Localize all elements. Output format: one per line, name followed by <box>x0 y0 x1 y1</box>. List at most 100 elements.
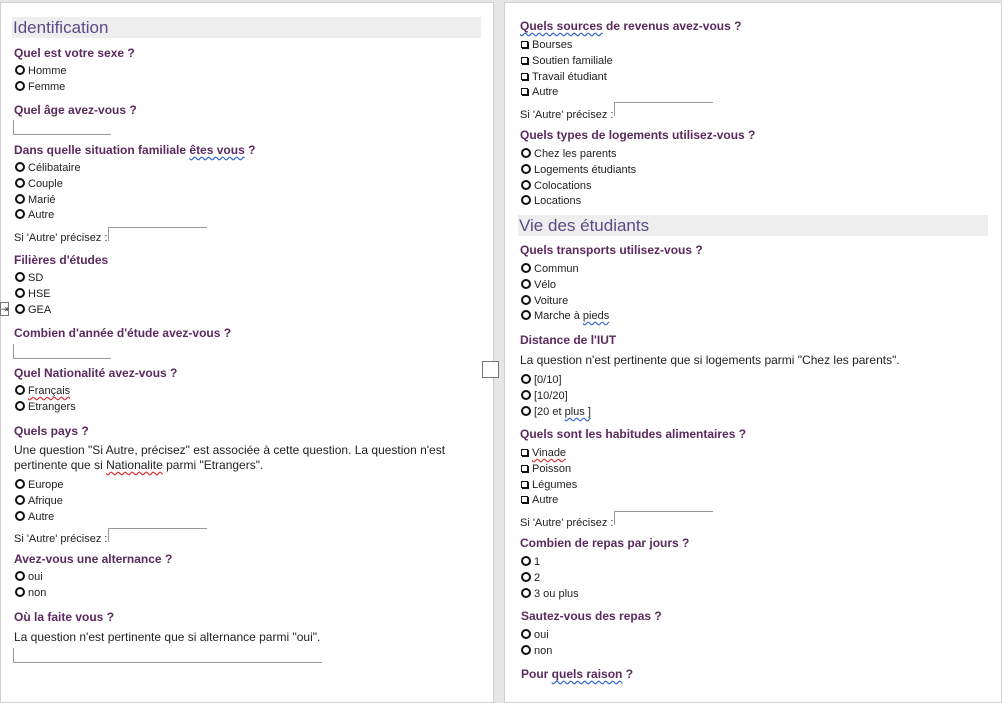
radio-circle-icon <box>15 194 25 204</box>
question-annee: Combien d'année d'étude avez-vous ? <box>14 326 232 340</box>
radio-circle-icon <box>15 209 25 219</box>
radio-circle-icon <box>15 511 25 521</box>
question-repas: Combien de repas par jours ? <box>520 536 690 550</box>
radio-circle-icon <box>15 385 25 395</box>
radio-circle-icon <box>521 295 531 305</box>
precise-label-revenus: Si 'Autre' précisez : <box>520 109 614 121</box>
radio-circle-icon <box>521 572 531 582</box>
option-hse[interactable]: HSE <box>15 288 51 300</box>
precise-input-pays[interactable] <box>108 528 207 542</box>
note-pays: Une question "Si Autre, précisez" est as… <box>14 443 446 472</box>
page-left: Identification Quel est votre sexe ? Hom… <box>0 2 494 703</box>
radio-circle-icon <box>521 629 531 639</box>
section-vie-etudiants: Vie des étudiants <box>518 215 988 236</box>
question-distance: Distance de l'IUT <box>520 333 617 347</box>
option-afrique[interactable]: Afrique <box>15 495 63 507</box>
option-francais[interactable]: Français <box>15 385 70 397</box>
option-parents[interactable]: Chez les parents <box>521 148 617 160</box>
option-homme[interactable]: Homme <box>15 65 67 77</box>
option-colocations[interactable]: Colocations <box>521 180 591 192</box>
option-oui-alternance[interactable]: oui <box>15 571 43 583</box>
radio-circle-icon <box>15 178 25 188</box>
checkbox-square-icon <box>521 73 528 80</box>
radio-circle-icon <box>521 556 531 566</box>
option-femme[interactable]: Femme <box>15 81 65 93</box>
checkbox-square-icon <box>521 481 528 488</box>
option-voiture[interactable]: Voiture <box>521 295 568 307</box>
checkbox-square-icon <box>521 88 528 95</box>
question-raison: Pour quels raison ? <box>521 667 634 681</box>
question-sautez: Sautez-vous des repas ? <box>521 609 662 623</box>
option-couple[interactable]: Couple <box>15 178 63 190</box>
option-logements-etudiants[interactable]: Logements étudiants <box>521 164 636 176</box>
question-pays: Quels pays ? <box>14 424 89 438</box>
question-nationalite: Quel Nationalité avez-vous ? <box>14 366 178 380</box>
radio-circle-icon <box>15 65 25 75</box>
radio-circle-icon <box>521 180 531 190</box>
checkbox-square-icon <box>521 57 528 64</box>
radio-circle-icon <box>15 304 25 314</box>
option-distance-20-plus[interactable]: [20 et plus ] <box>521 406 591 418</box>
option-autre-pays[interactable]: Autre <box>15 511 54 523</box>
precise-label-alimentaire: Si 'Autre' précisez : <box>520 517 614 529</box>
question-ou: Où la faite vous ? <box>14 610 115 624</box>
radio-circle-icon <box>15 288 25 298</box>
option-autre-alimentaire[interactable]: Autre <box>521 494 558 506</box>
option-velo[interactable]: Vélo <box>521 279 556 291</box>
option-locations[interactable]: Locations <box>521 195 581 207</box>
precise-input-revenus[interactable] <box>614 102 713 116</box>
option-viande[interactable]: Vinade <box>521 447 566 459</box>
option-distance-0-10[interactable]: [0/10] <box>521 374 562 386</box>
radio-circle-icon <box>15 587 25 597</box>
move-arrows-icon[interactable]: ⇥ <box>0 302 9 316</box>
option-europe[interactable]: Europe <box>15 479 63 491</box>
option-sd[interactable]: SD <box>15 272 43 284</box>
question-revenus: Quels sources de revenus avez-vous ? <box>520 19 742 33</box>
checkbox-square-icon <box>521 496 528 503</box>
radio-circle-icon <box>521 148 531 158</box>
radio-circle-icon <box>521 310 531 320</box>
precise-input-alimentaire[interactable] <box>614 511 713 525</box>
radio-circle-icon <box>521 195 531 205</box>
age-input[interactable] <box>13 120 111 135</box>
option-repas-3-plus[interactable]: 3 ou plus <box>521 588 579 600</box>
option-commun[interactable]: Commun <box>521 263 579 275</box>
option-gea[interactable]: GEA <box>15 304 51 316</box>
checkbox-square-icon <box>521 465 528 472</box>
option-repas-1[interactable]: 1 <box>521 556 540 568</box>
option-travail[interactable]: Travail étudiant <box>521 71 607 83</box>
option-autre-situation[interactable]: Autre <box>15 209 54 221</box>
checkbox-square-icon <box>521 41 528 48</box>
ou-input[interactable] <box>13 648 322 663</box>
radio-circle-icon <box>521 645 531 655</box>
note-distance: La question n'est pertinente que si loge… <box>520 353 900 367</box>
radio-circle-icon <box>521 406 531 416</box>
annee-input[interactable] <box>13 344 111 359</box>
option-etrangers[interactable]: Etrangers <box>15 401 76 413</box>
option-autre-revenus[interactable]: Autre <box>521 86 558 98</box>
option-legumes[interactable]: Légumes <box>521 479 577 491</box>
option-non-alternance[interactable]: non <box>15 587 46 599</box>
option-distance-10-20[interactable]: [10/20] <box>521 390 568 402</box>
option-non-sautez[interactable]: non <box>521 645 552 657</box>
question-situation: Dans quelle situation familiale êtes vou… <box>14 143 256 157</box>
page-break-box[interactable] <box>482 361 499 378</box>
radio-circle-icon <box>15 401 25 411</box>
option-marche[interactable]: Marche à pieds <box>521 310 609 322</box>
option-repas-2[interactable]: 2 <box>521 572 540 584</box>
note-ou: La question n'est pertinente que si alte… <box>14 630 321 644</box>
radio-circle-icon <box>15 272 25 282</box>
option-bourses[interactable]: Bourses <box>521 39 572 51</box>
option-oui-sautez[interactable]: oui <box>521 629 549 641</box>
question-filieres: Filières d'études <box>14 253 109 267</box>
radio-circle-icon <box>521 164 531 174</box>
question-sexe: Quel est votre sexe ? <box>14 46 135 60</box>
option-celibataire[interactable]: Célibataire <box>15 162 81 174</box>
radio-circle-icon <box>521 390 531 400</box>
question-transports: Quels transports utilisez-vous ? <box>520 243 703 257</box>
option-soutien[interactable]: Soutien familiale <box>521 55 613 67</box>
question-logements: Quels types de logements utilisez-vous ? <box>520 128 756 142</box>
precise-input-situation[interactable] <box>108 227 207 241</box>
option-poisson[interactable]: Poisson <box>521 463 571 475</box>
option-marie[interactable]: Marié <box>15 194 56 206</box>
